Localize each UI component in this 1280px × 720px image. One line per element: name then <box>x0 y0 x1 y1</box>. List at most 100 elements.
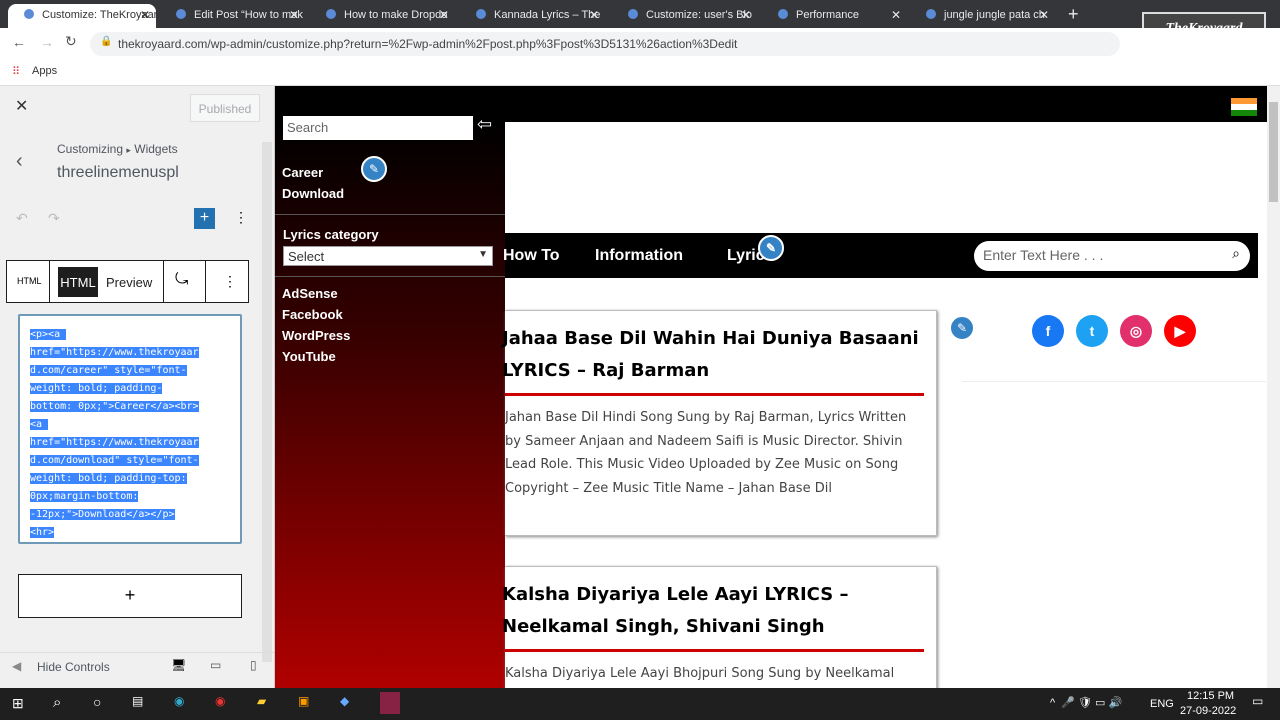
close-tab-icon[interactable]: ✕ <box>140 8 150 22</box>
code-line: d.com/career" style="font- <box>30 365 187 376</box>
browser-tab[interactable]: Customize: user's Blo ✕ <box>612 4 757 28</box>
post-card: Jahaa Base Dil Wahin Hai Duniya Basaani … <box>502 310 937 536</box>
hide-controls-button[interactable]: Hide Controls <box>37 660 110 674</box>
windows-start-icon[interactable]: ⊞ <box>12 695 24 712</box>
social-widget <box>962 298 1266 382</box>
close-icon[interactable]: ✕ <box>15 96 28 116</box>
bookmarks-bar: ⠿ Apps <box>0 58 1280 86</box>
tray-icons[interactable]: ^ 🎤 🛡 ▭ 🔊 <box>1050 696 1122 709</box>
tab-title: How to make Dropdo <box>344 9 448 21</box>
browser-tab[interactable]: Edit Post “How to mak ✕ <box>160 4 305 28</box>
favicon-icon <box>476 9 486 19</box>
file-explorer-icon[interactable]: ▰ <box>257 694 266 708</box>
code-line: <a <box>30 419 49 430</box>
cortana-icon[interactable]: ○ <box>93 694 101 710</box>
scrollbar[interactable] <box>262 142 272 662</box>
youtube-icon[interactable]: ▶ <box>1164 315 1196 347</box>
side-link[interactable]: Facebook <box>282 307 343 322</box>
app-icon[interactable]: ▣ <box>298 694 309 708</box>
close-tab-icon[interactable]: ✕ <box>891 8 901 22</box>
browser-tab[interactable]: How to make Dropdo ✕ <box>310 4 455 28</box>
lyrics-category-heading: Lyrics category <box>283 227 379 242</box>
close-tab-icon[interactable]: ✕ <box>289 8 299 22</box>
close-tab-icon[interactable]: ✕ <box>741 8 751 22</box>
browser-tab[interactable]: Performance ✕ <box>762 4 907 28</box>
code-line: -12px;">Download</a></p> <box>30 509 175 520</box>
side-link[interactable]: WordPress <box>282 328 350 343</box>
search-icon[interactable]: ⌕ <box>1232 245 1240 262</box>
desktop-preview-icon[interactable]: 🖥 <box>171 658 186 672</box>
html-code-editor[interactable]: <p><a href="https://www.thekroyaar d.com/… <box>18 314 242 544</box>
clock-date[interactable]: 27-09-2022 <box>1180 705 1236 717</box>
preview-scrollbar[interactable] <box>1267 86 1280 688</box>
instagram-icon[interactable]: ◎ <box>1120 315 1152 347</box>
close-tab-icon[interactable]: ✕ <box>439 8 449 22</box>
tablet-preview-icon[interactable]: ▭ <box>210 658 221 672</box>
browser-tab[interactable]: jungle jungle pata ch ✕ <box>910 4 1055 28</box>
app-icon[interactable]: ◆ <box>340 694 349 708</box>
block-type-html[interactable]: HTML <box>17 276 42 286</box>
more-options-icon[interactable]: ⋮ <box>223 273 237 290</box>
twitter-icon[interactable]: t <box>1076 315 1108 347</box>
side-link[interactable]: AdSense <box>282 286 338 301</box>
app-icon[interactable] <box>380 692 400 714</box>
back-chevron-icon[interactable]: ‹ <box>16 150 23 173</box>
tab-preview[interactable]: Preview <box>106 275 152 290</box>
close-tab-icon[interactable]: ✕ <box>1039 8 1049 22</box>
edge-icon[interactable]: ◉ <box>174 694 184 708</box>
code-line: weight: bold; padding-top: <box>30 473 187 484</box>
published-button[interactable]: Published <box>190 94 260 122</box>
clock-time[interactable]: 12:15 PM <box>1187 690 1234 702</box>
close-menu-arrow-icon[interactable]: ⇦ <box>477 114 492 135</box>
mobile-preview-icon[interactable]: ▯ <box>250 658 257 672</box>
favicon-icon <box>628 9 638 19</box>
menu-link-career[interactable]: Career <box>282 165 323 180</box>
tab-title: Edit Post “How to mak <box>194 9 303 21</box>
edit-pencil-icon[interactable]: ✎ <box>758 235 784 261</box>
language-indicator[interactable]: ENG <box>1150 698 1174 710</box>
bookmark-apps[interactable]: Apps <box>32 65 57 77</box>
add-block-button[interactable]: + <box>194 208 215 229</box>
more-options-icon[interactable]: ⋮ <box>234 209 248 226</box>
forward-icon[interactable]: → <box>40 34 54 50</box>
task-view-icon[interactable]: ▤ <box>132 694 143 708</box>
main-nav: How To Information Lyrics ✎ Enter Text H… <box>503 233 1258 278</box>
post-title[interactable]: Kalsha Diyariya Lele Aayi LYRICS – Neelk… <box>502 579 924 643</box>
notifications-icon[interactable]: ▭ <box>1252 694 1263 708</box>
nav-information[interactable]: Information <box>595 247 683 265</box>
menu-link-download[interactable]: Download <box>282 186 344 201</box>
code-line: href="https://www.thekroyaar <box>30 347 199 358</box>
code-line: <p><a <box>30 329 67 340</box>
edit-pencil-icon[interactable]: ✎ <box>361 156 387 182</box>
redo-icon[interactable]: ↷ <box>48 210 60 227</box>
chrome-icon[interactable]: ◉ <box>215 694 225 708</box>
favicon-icon <box>926 9 936 19</box>
india-flag-icon <box>1231 98 1257 116</box>
nav-search-input[interactable]: Enter Text Here . . . ⌕ <box>974 241 1250 271</box>
reload-icon[interactable]: ↻ <box>65 33 77 50</box>
post-title[interactable]: Jahaa Base Dil Wahin Hai Duniya Basaani … <box>502 323 924 387</box>
browser-tab[interactable]: Kannada Lyrics – The ✕ <box>460 4 605 28</box>
side-link[interactable]: YouTube <box>282 349 336 364</box>
lock-icon: 🔒 <box>100 36 113 47</box>
block-toolbar: HTML HTML Preview ⤿ ⋮ <box>6 260 249 303</box>
chevron-down-icon: ▼ <box>478 249 488 260</box>
back-icon[interactable]: ← <box>12 34 26 50</box>
transform-icon[interactable]: ⤿ <box>175 271 188 289</box>
nav-how-to[interactable]: How To <box>503 247 560 265</box>
address-bar[interactable]: 🔒 thekroyaard.com/wp-admin/customize.php?… <box>90 32 1120 56</box>
facebook-icon[interactable]: f <box>1032 315 1064 347</box>
browser-tab[interactable]: Customize: TheKroyaard ✕ <box>8 4 156 28</box>
undo-icon[interactable]: ↶ <box>16 210 28 227</box>
slide-menu: Search ⇦ ✎ Career Download Lyrics catego… <box>275 114 505 688</box>
search-icon[interactable]: ⌕ <box>53 694 61 711</box>
add-widget-button[interactable]: + <box>18 574 242 618</box>
new-tab-icon[interactable]: + <box>1068 4 1079 25</box>
tab-html[interactable]: HTML <box>58 267 98 297</box>
hide-controls-icon[interactable]: ◀ <box>12 659 21 673</box>
close-tab-icon[interactable]: ✕ <box>589 8 599 22</box>
post-card: Kalsha Diyariya Lele Aayi LYRICS – Neelk… <box>502 566 937 696</box>
code-line: href="https://www.thekroyaar <box>30 437 199 448</box>
search-input[interactable]: Search <box>283 116 473 140</box>
category-select[interactable]: Select ▼ <box>283 246 493 266</box>
